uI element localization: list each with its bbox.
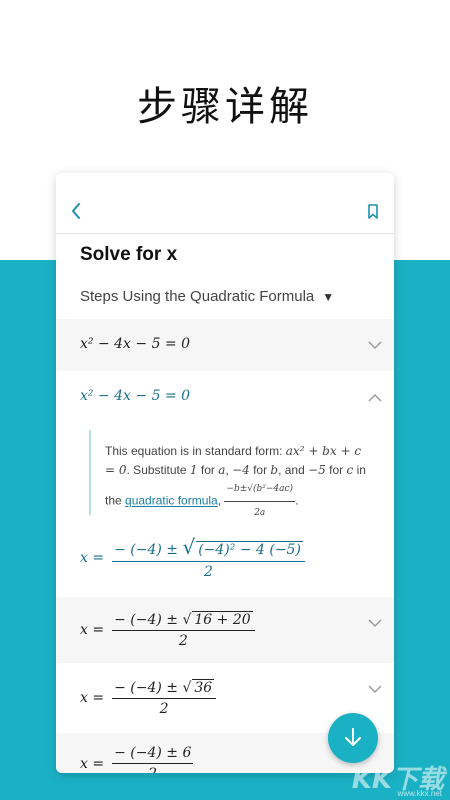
radical-icon: √ (182, 535, 196, 559)
explain-text: . (295, 493, 299, 508)
formula-numerator: −b±√(b²−4ac) (224, 480, 296, 502)
method-label: Steps Using the Quadratic Formula (80, 288, 315, 305)
explain-text: , and (278, 463, 309, 477)
equation-lhs: x = (80, 690, 105, 706)
fraction-numerator: − (−4) ± √ 36 (112, 679, 217, 699)
equation-fraction: − (−4) ± √ (−4)² − 4 (−5) 2 (112, 535, 305, 580)
hero-title: 步骤详解 (137, 84, 313, 130)
radicand: 36 (192, 679, 215, 696)
chevron-down-icon[interactable] (368, 685, 382, 694)
step-equation: x = − (−4) ± 6 2 (80, 745, 194, 773)
chevron-down-icon[interactable] (368, 619, 382, 628)
explain-text: for (325, 463, 347, 477)
fraction-numerator: − (−4) ± 6 (112, 745, 194, 764)
watermark-url: www.kkx.net (397, 789, 442, 798)
solve-title: Solve for x (80, 244, 178, 265)
explain-math: −5 (308, 463, 326, 477)
step-equation: x² − 4x − 5 = 0 (80, 336, 191, 352)
back-arrow-icon[interactable] (69, 201, 83, 221)
step-explanation: This equation is in standard form: ax² +… (89, 430, 374, 518)
equation-lhs: x = (80, 549, 105, 566)
scroll-down-button[interactable] (328, 713, 378, 763)
numerator-text: − (−4) ± √ (114, 680, 192, 696)
fraction-numerator: − (−4) ± √ (−4)² − 4 (−5) (112, 535, 305, 562)
radicand: 16 + 20 (192, 611, 253, 628)
step-equation: x = − (−4) ± √ (−4)² − 4 (−5) 2 (80, 535, 305, 580)
chevron-down-icon[interactable] (368, 341, 382, 350)
fraction-denominator: 2 (178, 633, 188, 649)
step-row[interactable]: x² − 4x − 5 = 0 (56, 319, 394, 371)
equation-fraction: − (−4) ± √ 16 + 20 2 (112, 611, 255, 649)
fraction-numerator: − (−4) ± √ 16 + 20 (112, 611, 255, 631)
equation-fraction: − (−4) ± 6 2 (112, 745, 194, 773)
formula-denominator: 2a (254, 508, 266, 518)
explain-text: for (197, 463, 219, 477)
equation-lhs: x = (80, 622, 105, 638)
explain-text: , (217, 493, 225, 508)
explain-text: This equation is in standard form: (105, 444, 286, 458)
explain-math: b (270, 463, 279, 477)
quadratic-formula-link[interactable]: quadratic formula (125, 494, 218, 508)
explain-text: . Substitute (126, 463, 190, 477)
explain-math: 1 (189, 463, 198, 477)
equation-lhs: x = (80, 755, 105, 772)
fraction-denominator: 2 (204, 564, 213, 580)
arrow-down-icon (345, 728, 361, 746)
top-bar (56, 173, 394, 234)
fraction-denominator: 2 (159, 701, 169, 717)
step-equation: x² − 4x − 5 = 0 (80, 388, 191, 404)
chevron-up-icon[interactable] (368, 393, 382, 402)
numerator-text: − (−4) ± (114, 542, 183, 558)
radicand: (−4)² − 4 (−5) (196, 541, 303, 558)
step-row-expanded[interactable]: x² − 4x − 5 = 0 (56, 371, 394, 423)
step-row[interactable]: x = − (−4) ± √ 16 + 20 2 (56, 597, 394, 663)
step-equation: x = − (−4) ± √ 36 2 (80, 679, 217, 717)
step-equation: x = − (−4) ± √ 16 + 20 2 (80, 611, 255, 649)
numerator-text: − (−4) ± √ (114, 612, 192, 628)
equation-fraction: − (−4) ± √ 36 2 (112, 679, 217, 717)
explain-math: −4 (232, 463, 250, 477)
fraction-denominator: 2 (112, 764, 193, 773)
solution-card: Solve for x Steps Using the Quadratic Fo… (56, 173, 394, 773)
bookmark-icon[interactable] (367, 204, 379, 219)
method-dropdown[interactable]: Steps Using the Quadratic Formula ▼ (80, 288, 334, 305)
dropdown-caret-icon: ▼ (322, 290, 335, 304)
formula-fraction: −b±√(b²−4ac) 2a (224, 480, 296, 523)
explain-text: for (249, 463, 271, 477)
